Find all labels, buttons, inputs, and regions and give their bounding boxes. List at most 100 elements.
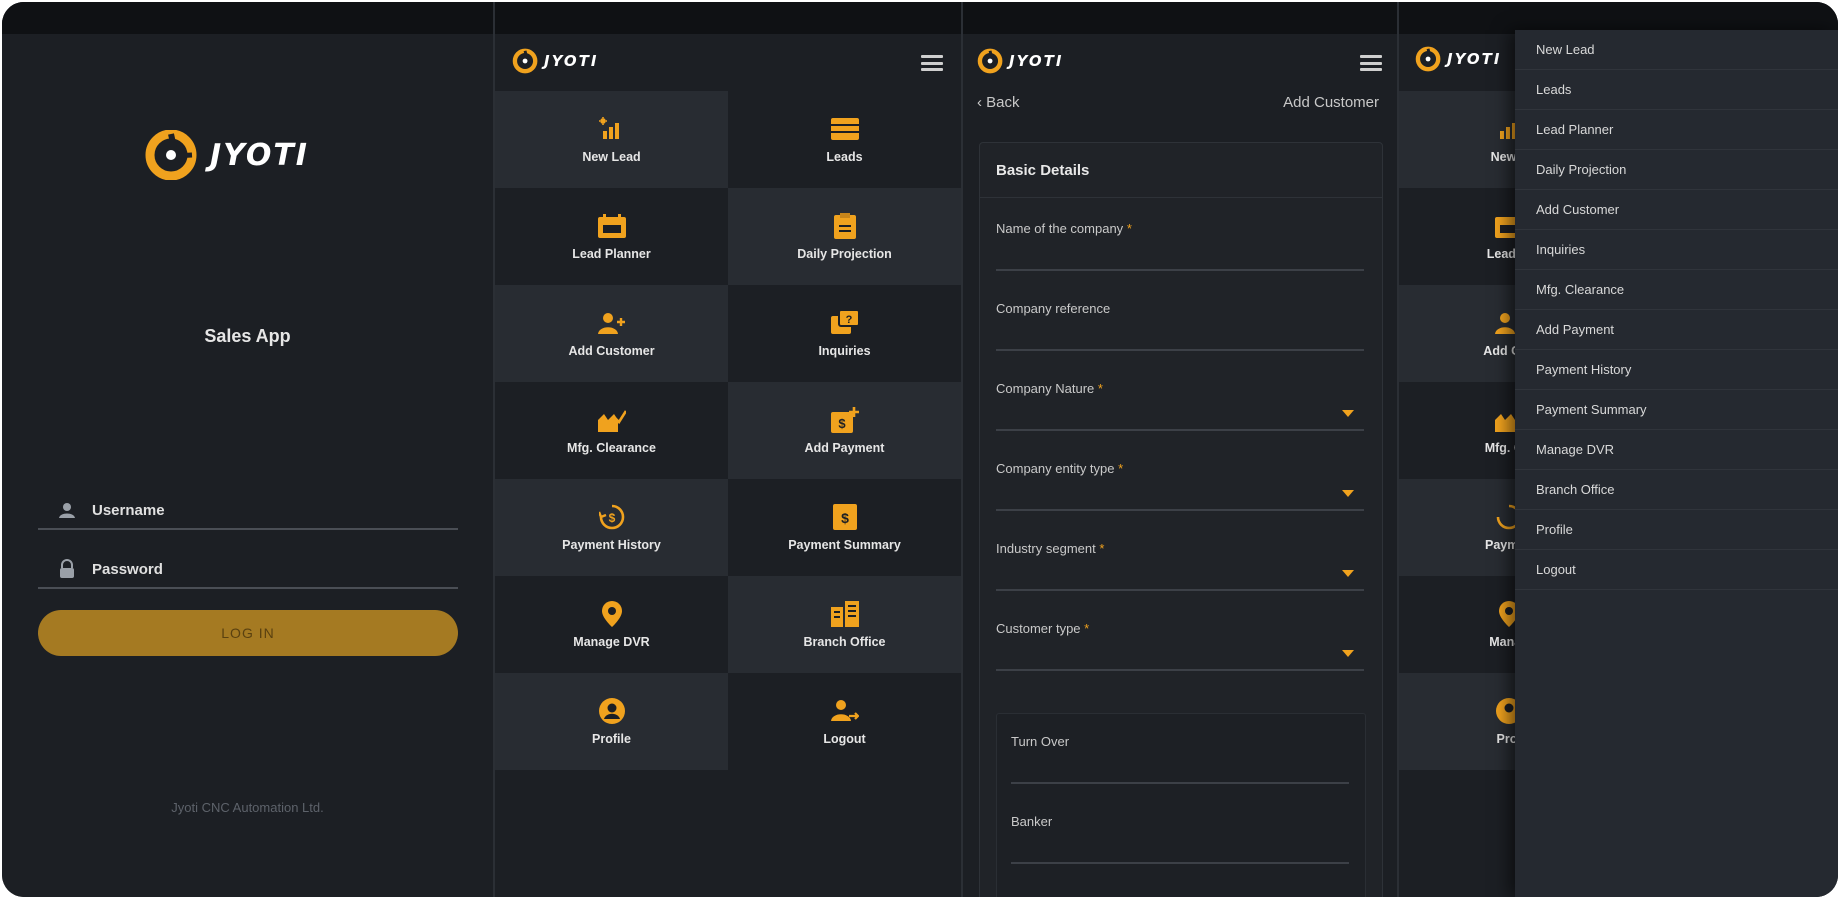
drawer-item-mfg-clearance[interactable]: Mfg. Clearance [1515, 270, 1838, 310]
tile-mfg-clearance[interactable]: Mfg. Clearance [495, 382, 728, 479]
tile-label: Inquiries [818, 343, 871, 358]
company-name-field[interactable]: Name of the company * [996, 221, 1364, 271]
mfg-clearance-icon [597, 407, 626, 433]
payment-history-icon: $ [598, 504, 626, 530]
navigation-drawer-screen: JYOTI New L Lead Pl Add Cus Mfg. Cle Pay… [1399, 2, 1838, 897]
tile-manage-dvr[interactable]: Manage DVR [495, 576, 728, 673]
password-field[interactable] [38, 551, 458, 589]
menu-icon[interactable] [921, 55, 943, 71]
login-screen: JYOTI Sales App LOG IN Jyoti CNC Automat… [2, 2, 493, 897]
logo-wordmark: JYOTI [210, 137, 309, 173]
industry-segment-select[interactable]: Industry segment * [996, 541, 1364, 591]
tile-label: Payment Summary [788, 537, 901, 552]
app-showcase: JYOTI Sales App LOG IN Jyoti CNC Automat… [2, 2, 1838, 897]
logo-mark-icon [145, 130, 197, 180]
basic-details-card: Basic Details Name of the company * Comp… [979, 142, 1383, 897]
drawer-item-lead-planner[interactable]: Lead Planner [1515, 110, 1838, 150]
drawer-item-add-customer[interactable]: Add Customer [1515, 190, 1838, 230]
company-footer: Jyoti CNC Automation Ltd. [171, 800, 324, 815]
field-label: Company entity type * [996, 461, 1124, 476]
field-label: Company reference [996, 301, 1111, 316]
tile-add-customer[interactable]: Add Customer [495, 285, 728, 382]
status-bar [2, 2, 493, 34]
tile-add-payment[interactable]: $ Add Payment [728, 382, 961, 479]
tile-daily-projection[interactable]: Daily Projection [728, 188, 961, 285]
user-icon [56, 499, 78, 521]
new-lead-icon [598, 116, 626, 142]
login-button[interactable]: LOG IN [38, 610, 458, 656]
logo-wordmark: JYOTI [1009, 52, 1064, 70]
tile-label: Add Payment [804, 440, 885, 455]
password-input[interactable] [90, 559, 414, 579]
company-reference-field[interactable]: Company reference [996, 301, 1364, 351]
dashboard-grid: New Lead Leads Lead Planner Daily Projec… [495, 91, 961, 770]
tile-lead-planner[interactable]: Lead Planner [495, 188, 728, 285]
svg-text:$: $ [838, 416, 846, 431]
menu-icon[interactable] [1360, 55, 1382, 71]
drawer-item-profile[interactable]: Profile [1515, 510, 1838, 550]
lead-planner-icon [597, 213, 626, 239]
logo-mark-icon [1415, 46, 1441, 72]
drawer-item-manage-dvr[interactable]: Manage DVR [1515, 430, 1838, 470]
tile-new-lead[interactable]: New Lead [495, 91, 728, 188]
drawer-item-payment-history[interactable]: Payment History [1515, 350, 1838, 390]
lock-icon [56, 558, 78, 580]
profile-icon [598, 697, 626, 724]
drawer-item-payment-summary[interactable]: Payment Summary [1515, 390, 1838, 430]
drawer-item-inquiries[interactable]: Inquiries [1515, 230, 1838, 270]
brand-logo: JYOTI [144, 130, 309, 180]
financial-details-card: Turn Over Banker [996, 713, 1366, 897]
tile-label: Add Customer [568, 343, 655, 358]
tile-leads[interactable]: Leads [728, 91, 961, 188]
tile-inquiries[interactable]: ? Inquiries [728, 285, 961, 382]
daily-projection-icon [831, 212, 859, 239]
tile-label: Manage DVR [573, 634, 650, 649]
tile-label: Profile [592, 731, 631, 746]
tile-profile[interactable]: Profile [495, 673, 728, 770]
tile-label: Lead Planner [572, 246, 651, 261]
company-nature-select[interactable]: Company Nature * [996, 381, 1364, 431]
navigation-drawer: New Lead Leads Lead Planner Daily Projec… [1515, 30, 1838, 897]
svg-text:?: ? [845, 314, 852, 326]
drawer-item-new-lead[interactable]: New Lead [1515, 30, 1838, 70]
drawer-item-add-payment[interactable]: Add Payment [1515, 310, 1838, 350]
field-label: Name of the company * [996, 221, 1132, 236]
customer-type-select[interactable]: Customer type * [996, 621, 1364, 671]
drawer-item-leads[interactable]: Leads [1515, 70, 1838, 110]
tile-label: Payment History [562, 537, 661, 552]
add-payment-icon: $ [830, 406, 859, 433]
logo-wordmark: JYOTI [1447, 50, 1502, 68]
page-title: Add Customer [1283, 94, 1379, 111]
banker-field[interactable]: Banker [1011, 814, 1349, 864]
field-label: Industry segment * [996, 541, 1105, 556]
back-link[interactable]: ‹ Back [977, 94, 1020, 111]
logo-wordmark: JYOTI [544, 52, 599, 70]
drawer-item-daily-projection[interactable]: Daily Projection [1515, 150, 1838, 190]
turn-over-field[interactable]: Turn Over [1011, 734, 1349, 784]
drawer-item-branch-office[interactable]: Branch Office [1515, 470, 1838, 510]
logo-mark-icon [977, 48, 1003, 74]
drawer-item-logout[interactable]: Logout [1515, 550, 1838, 590]
dropdown-caret-icon [1342, 650, 1354, 657]
back-label: Back [986, 94, 1020, 111]
add-customer-screen: JYOTI ‹ Back Add Customer Basic Details … [963, 2, 1397, 897]
inquiries-icon: ? [830, 309, 859, 336]
username-input[interactable] [90, 500, 414, 520]
logout-icon [830, 698, 859, 724]
svg-text:$: $ [608, 511, 615, 525]
tile-label: New Lead [582, 149, 641, 164]
tile-payment-summary[interactable]: $ Payment Summary [728, 479, 961, 576]
tile-logout[interactable]: Logout [728, 673, 961, 770]
tile-label: Branch Office [803, 634, 886, 649]
tile-branch-office[interactable]: Branch Office [728, 576, 961, 673]
company-entity-type-select[interactable]: Company entity type * [996, 461, 1364, 511]
tile-label: Logout [823, 731, 866, 746]
tile-payment-history[interactable]: $ Payment History [495, 479, 728, 576]
app-title: Sales App [204, 326, 291, 346]
status-bar [963, 2, 1397, 34]
username-field[interactable] [38, 492, 458, 530]
field-label: Company Nature * [996, 381, 1103, 396]
add-customer-icon [597, 310, 626, 336]
field-label: Customer type * [996, 621, 1090, 636]
dropdown-caret-icon [1342, 410, 1354, 417]
